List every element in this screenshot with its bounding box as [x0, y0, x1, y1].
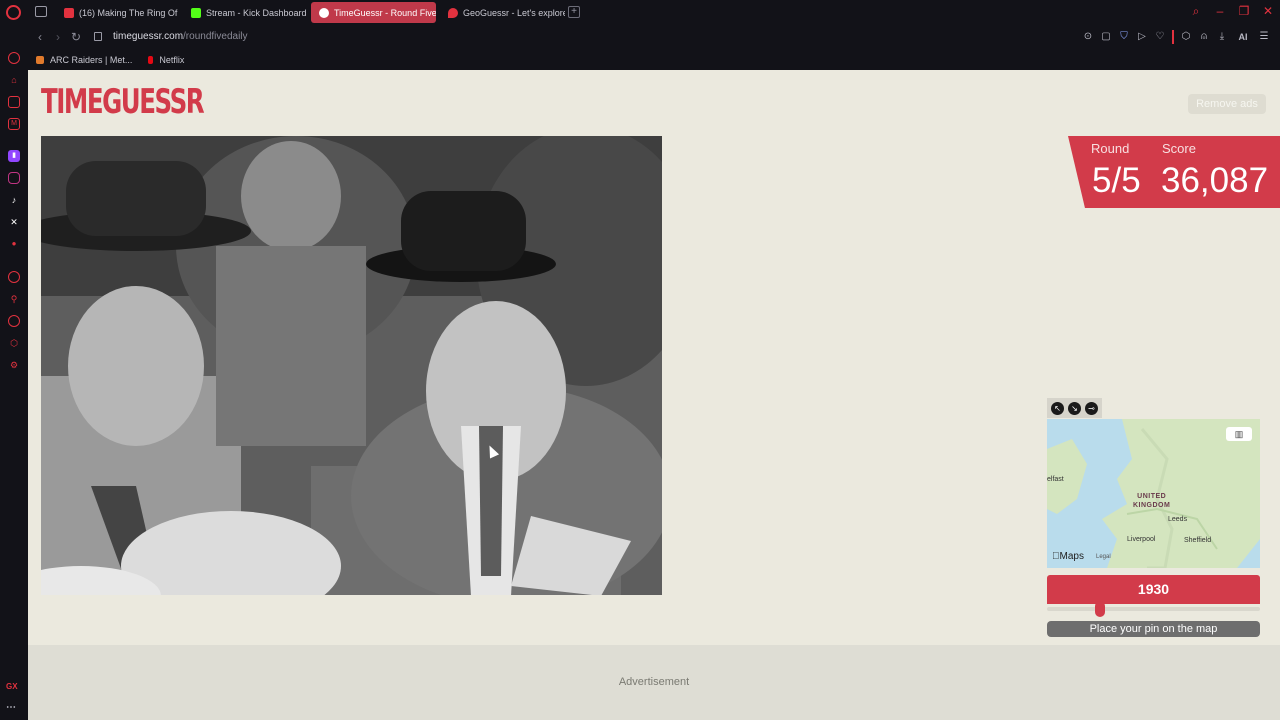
map-icon: ▥ [1234, 429, 1244, 439]
tab-timeguessr[interactable]: TimeGuessr - Round Five [311, 2, 436, 23]
score-value: 36,087 [1161, 161, 1269, 200]
settings-icon[interactable]: ⚙ [8, 359, 20, 371]
extensions-icon[interactable]: ⬡ [1180, 31, 1192, 43]
heart-icon[interactable]: ♡ [1154, 31, 1166, 43]
tab-kick[interactable]: Stream - Kick Dashboard [183, 2, 308, 23]
map-country-label: UNITED KINGDOM [1133, 492, 1170, 510]
tab-label: Stream - Kick Dashboard [206, 7, 307, 18]
timeguessr-logo[interactable]: TIMEGUESSR [41, 82, 205, 122]
search-icon[interactable]: ⌕ [1190, 5, 1202, 17]
extensions-sidebar-icon[interactable]: ⬡ [8, 337, 20, 349]
apple-maps-attribution: Maps [1052, 551, 1084, 562]
map-pin-icon [448, 7, 458, 18]
map-place-leeds: Leeds [1168, 516, 1188, 523]
tab-label: GeoGuessr - Let's explore [463, 7, 565, 18]
netflix-icon [148, 56, 154, 64]
twitch-icon[interactable]: ▮ [8, 150, 20, 162]
bookmark-netflix[interactable]: Netflix [148, 55, 184, 65]
sidebar: ⌂ M ▮ ♪ ✕ ● ⚲ ⬡ ⚙ GX ⋯ [0, 50, 28, 720]
year-slider-track[interactable] [1047, 607, 1260, 611]
pin-icon[interactable]: ⊙ [1082, 31, 1094, 43]
expand-map-icon[interactable]: ↖ [1051, 401, 1064, 415]
mail-icon[interactable]: M [8, 118, 20, 130]
forward-icon[interactable]: › [52, 31, 64, 43]
round-value: 5/5 [1092, 161, 1141, 200]
apple-icon:  [1052, 551, 1060, 562]
lock-icon [94, 32, 102, 41]
speed-dial-icon[interactable] [8, 52, 20, 64]
country-line-1: UNITED [1137, 493, 1167, 500]
remove-ads-button[interactable]: Remove ads [1188, 94, 1266, 114]
youtube-icon [64, 7, 74, 18]
place-pin-button[interactable]: Place your pin on the map [1047, 621, 1260, 637]
instagram-icon[interactable] [8, 172, 20, 184]
url-domain: timeguessr.com [113, 31, 184, 42]
map-size-controls: ↖ ↘ ⊸ [1047, 398, 1102, 418]
pinboard-icon[interactable]: ⚲ [8, 293, 20, 305]
round-label: Round [1091, 141, 1130, 156]
x-icon[interactable]: ✕ [8, 216, 20, 228]
guess-map[interactable]: ▥ elfast UNITED KINGDOM Leeds Liverpool … [1047, 419, 1260, 568]
map-legal-link[interactable]: Legal [1096, 554, 1111, 560]
round-photo[interactable] [41, 136, 662, 595]
player-icon[interactable] [8, 271, 20, 283]
ai-button[interactable]: AI [1234, 31, 1252, 43]
country-line-2: KINGDOM [1133, 502, 1171, 509]
map-place-liverpool: Liverpool [1127, 536, 1156, 543]
history-icon[interactable] [8, 315, 20, 327]
download-icon[interactable]: ⤓ [1216, 31, 1228, 43]
opera-logo-icon[interactable] [6, 5, 21, 20]
timeguessr-page: TIMEGUESSR Remove ads Round 5/5 Score 36… [28, 70, 1280, 720]
minimize-icon[interactable]: – [1214, 5, 1226, 17]
tab-label: (16) Making The Ring Of S [79, 7, 178, 18]
bookmark-arc-raiders[interactable]: ARC Raiders | Met... [36, 55, 132, 65]
maps-label: Maps [1052, 551, 1084, 562]
bag-icon[interactable]: ⌂ [8, 74, 20, 86]
bookmark-label: ARC Raiders | Met... [50, 55, 133, 65]
tiktok-icon[interactable]: ♪ [8, 194, 20, 206]
back-icon[interactable]: ‹ [34, 31, 46, 43]
news-icon[interactable] [8, 96, 20, 108]
toolbar-separator [1172, 30, 1174, 44]
url-field[interactable]: timeguessr.com/roundfivedaily [113, 31, 248, 42]
restore-icon[interactable]: ❐ [1238, 5, 1250, 17]
kick-icon [191, 7, 201, 18]
close-icon[interactable]: ✕ [1262, 5, 1274, 17]
globe-icon [319, 7, 329, 18]
shrink-map-icon[interactable]: ↘ [1068, 401, 1081, 415]
advertisement-area: Advertisement [28, 645, 1280, 720]
snapshot-icon[interactable]: ▢ [1100, 31, 1112, 43]
tab-bar: (16) Making The Ring Of S Stream - Kick … [0, 0, 1280, 25]
tab-youtube[interactable]: (16) Making The Ring Of S [56, 2, 178, 23]
new-tab-button[interactable]: + [568, 6, 580, 18]
profile-icon[interactable]: ⍝ [1198, 31, 1210, 43]
play-icon[interactable]: ▷ [1136, 31, 1148, 43]
score-panel: Round 5/5 Score 36,087 [1068, 136, 1280, 208]
more-icon[interactable]: ⋯ [6, 702, 16, 713]
url-path: /roundfivedaily [183, 31, 248, 42]
tab-geoguessr[interactable]: GeoGuessr - Let's explore [440, 2, 565, 23]
year-slider-handle[interactable] [1095, 601, 1106, 617]
historic-photo-image [41, 136, 662, 595]
arc-raiders-icon [36, 56, 44, 64]
advertisement-label: Advertisement [618, 676, 690, 688]
map-style-toggle[interactable]: ▥ [1226, 427, 1252, 441]
year-display: 1930 [1047, 575, 1260, 604]
tab-label: TimeGuessr - Round Five [334, 7, 436, 18]
map-place-belfast: elfast [1047, 476, 1064, 483]
bookmarks-bar: ARC Raiders | Met... Netflix [28, 50, 1280, 70]
score-label: Score [1162, 141, 1196, 156]
map-place-sheffield: Sheffield [1184, 537, 1212, 544]
pin-map-icon[interactable]: ⊸ [1085, 401, 1098, 415]
chat-icon[interactable]: ● [8, 238, 20, 250]
reload-icon[interactable]: ↻ [70, 31, 82, 43]
bookmark-label: Netflix [159, 55, 185, 65]
menu-icon[interactable]: ☰ [1258, 31, 1270, 43]
tab-overview-icon[interactable] [35, 6, 47, 17]
gx-control-icon[interactable]: GX [6, 682, 18, 691]
shield-icon[interactable]: ⛉ [1118, 31, 1130, 43]
